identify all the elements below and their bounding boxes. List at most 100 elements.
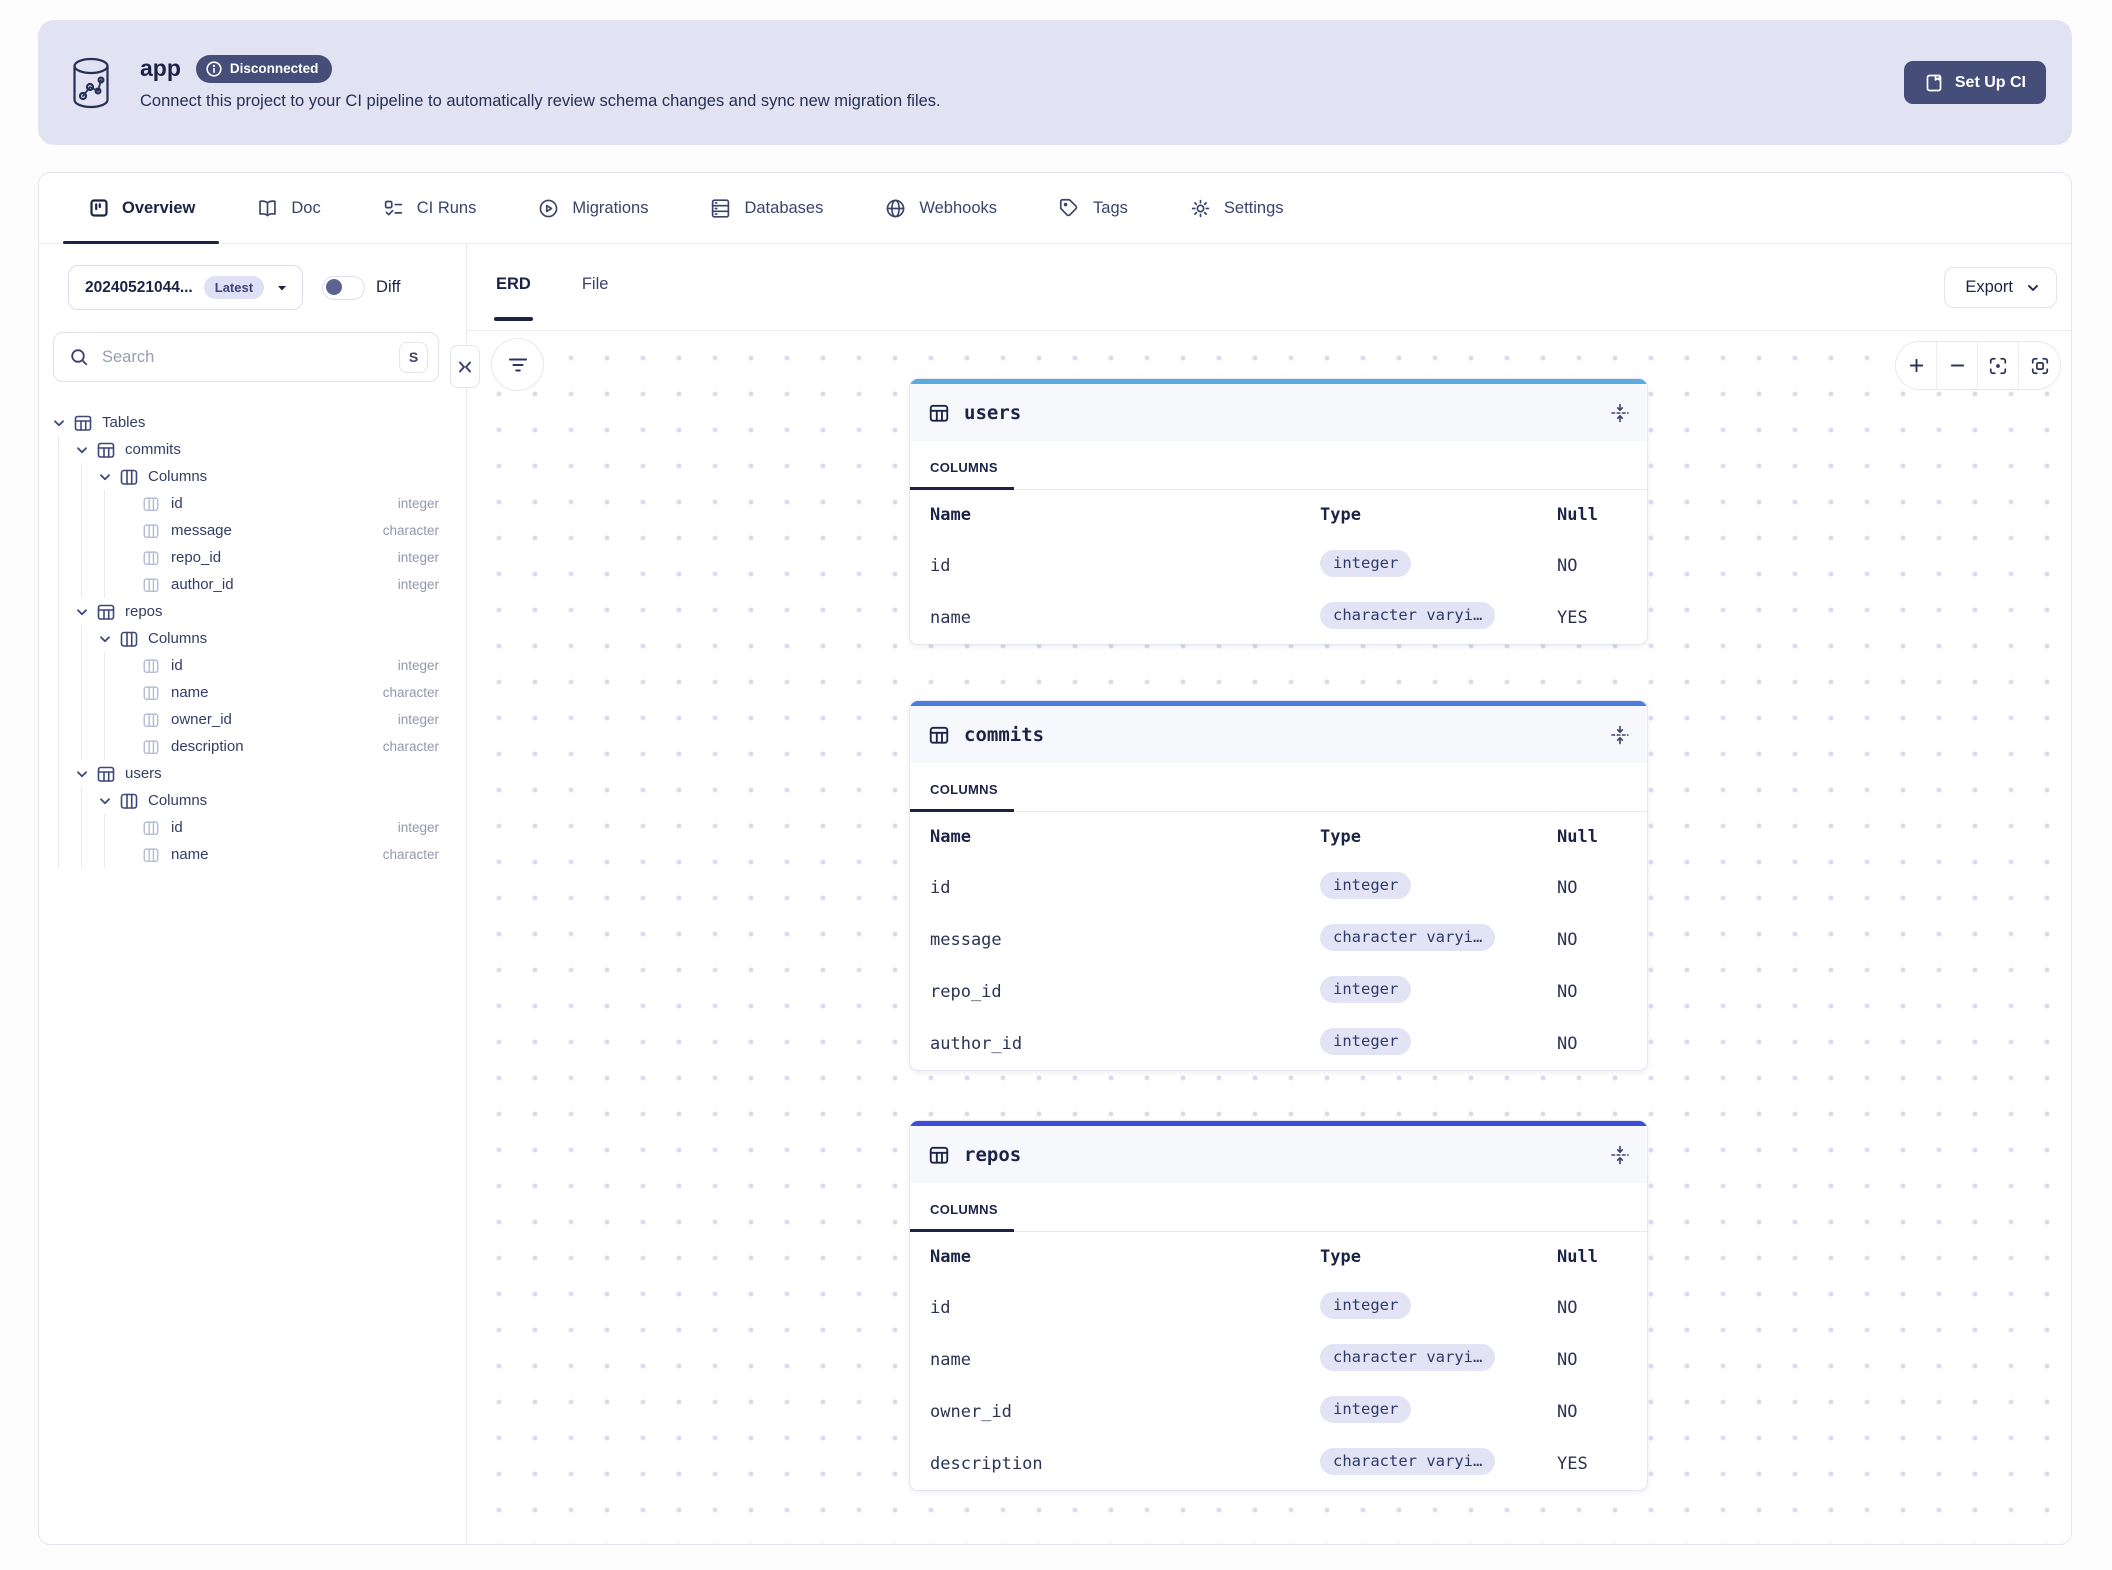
erd-card-header[interactable]: users — [910, 384, 1647, 441]
columns-table-header: Name Type Null — [910, 812, 1647, 862]
type-badge: integer — [1320, 1028, 1411, 1055]
column-row[interactable]: message character varyi… NO — [910, 914, 1647, 966]
column-type: character — [383, 523, 439, 538]
book-open-icon — [257, 198, 278, 219]
column-row[interactable]: owner_id integer NO — [910, 1386, 1647, 1438]
chevron-down-icon[interactable] — [97, 631, 113, 647]
tree-column-row[interactable]: message character — [120, 517, 466, 544]
tree-column-row[interactable]: id integer — [120, 652, 466, 679]
chevron-down-icon[interactable] — [51, 415, 67, 431]
erd-card-repos[interactable]: repos COLUMNS Name Type Null — [910, 1121, 1647, 1490]
erd-card-commits[interactable]: commits COLUMNS Name Type Null — [910, 701, 1647, 1070]
banner-description: Connect this project to your CI pipeline… — [140, 92, 1904, 111]
tab-ci-runs[interactable]: CI Runs — [383, 173, 477, 243]
tree-label: commits — [125, 441, 181, 458]
info-icon — [205, 60, 223, 78]
column-row[interactable]: id integer NO — [910, 1282, 1647, 1334]
search-row: S — [53, 332, 466, 382]
column-row[interactable]: id integer NO — [910, 540, 1647, 592]
panel-icon — [89, 198, 109, 218]
column-type: integer — [398, 496, 439, 511]
tree-node-tables[interactable]: Tables — [51, 409, 466, 436]
tab-overview[interactable]: Overview — [89, 173, 195, 243]
tree-node-commits[interactable]: commits — [74, 436, 466, 463]
fold-table-icon[interactable] — [1609, 724, 1631, 746]
tab-label: Settings — [1224, 199, 1284, 218]
tab-erd[interactable]: ERD — [494, 244, 533, 330]
fold-table-icon[interactable] — [1609, 1144, 1631, 1166]
column-icon — [142, 657, 162, 675]
tree-column-row[interactable]: owner_id integer — [120, 706, 466, 733]
tab-columns[interactable]: COLUMNS — [910, 441, 1014, 490]
zoom-in-button[interactable] — [1896, 342, 1937, 389]
tab-tags[interactable]: Tags — [1059, 173, 1128, 243]
diff-toggle[interactable] — [322, 276, 365, 300]
column-row[interactable]: id integer NO — [910, 862, 1647, 914]
version-select[interactable]: 20240521044... Latest — [68, 265, 303, 310]
tree-node-columns-group[interactable]: Columns — [97, 787, 466, 814]
search-shortcut-key: S — [399, 342, 428, 373]
type-badge: character varyi… — [1320, 602, 1495, 629]
tree-node-columns-group[interactable]: Columns — [97, 463, 466, 490]
tab-columns[interactable]: COLUMNS — [910, 1183, 1014, 1232]
chevron-down-icon[interactable] — [97, 793, 113, 809]
tab-columns[interactable]: COLUMNS — [910, 763, 1014, 812]
search-icon — [69, 347, 89, 367]
tree-node-users[interactable]: users — [74, 760, 466, 787]
tab-databases[interactable]: Databases — [710, 173, 823, 243]
tree-node-repos[interactable]: repos — [74, 598, 466, 625]
chevron-down-icon[interactable] — [74, 442, 90, 458]
search-box[interactable]: S — [53, 332, 439, 382]
tab-webhooks[interactable]: Webhooks — [885, 173, 997, 243]
tree-label: Columns — [148, 630, 207, 647]
tree-column-row[interactable]: name character — [120, 679, 466, 706]
schema-sidebar: 20240521044... Latest Diff S — [39, 244, 467, 1544]
tree-column-row[interactable]: id integer — [120, 490, 466, 517]
sidebar-collapse-button[interactable] — [450, 345, 480, 388]
erd-card-users[interactable]: users COLUMNS Name Type Null — [910, 379, 1647, 644]
chevron-down-icon[interactable] — [97, 469, 113, 485]
tree-label: Columns — [148, 792, 207, 809]
chevron-down-icon[interactable] — [74, 766, 90, 782]
filter-button[interactable] — [491, 338, 544, 391]
chevron-down-icon[interactable] — [74, 604, 90, 620]
fit-view-button[interactable] — [2019, 342, 2060, 389]
tree-node-columns-group[interactable]: Columns — [97, 625, 466, 652]
tree-column-row[interactable]: name character — [120, 841, 466, 868]
column-row[interactable]: author_id integer NO — [910, 1018, 1647, 1070]
erd-canvas[interactable]: users COLUMNS Name Type Null — [467, 331, 2071, 1544]
tree-label: Tables — [102, 414, 145, 431]
column-row[interactable]: name character varyi… NO — [910, 1334, 1647, 1386]
tab-file[interactable]: File — [580, 244, 611, 330]
tab-settings[interactable]: Settings — [1190, 173, 1284, 243]
toggle-knob — [326, 279, 342, 295]
set-up-ci-button[interactable]: Set Up CI — [1904, 61, 2046, 104]
tables-tree: Tables commits — [39, 409, 466, 868]
fold-table-icon[interactable] — [1609, 402, 1631, 424]
column-row[interactable]: repo_id integer NO — [910, 966, 1647, 1018]
tab-migrations[interactable]: Migrations — [538, 173, 648, 243]
table-icon — [928, 724, 950, 746]
zoom-to-selection-button[interactable] — [1978, 342, 2019, 389]
column-row[interactable]: description character varyi… YES — [910, 1438, 1647, 1490]
column-row[interactable]: name character varyi… YES — [910, 592, 1647, 644]
erd-table-name: users — [964, 402, 1021, 424]
column-icon — [142, 495, 162, 513]
column-name: owner_id — [171, 711, 232, 728]
tree-column-row[interactable]: description character — [120, 733, 466, 760]
tree-column-row[interactable]: id integer — [120, 814, 466, 841]
search-input[interactable] — [100, 347, 388, 368]
status-badge: Disconnected — [196, 55, 333, 83]
erd-card-header[interactable]: commits — [910, 706, 1647, 763]
tab-doc[interactable]: Doc — [257, 173, 320, 243]
export-button[interactable]: Export — [1944, 267, 2057, 308]
column-type: integer — [398, 550, 439, 565]
erd-card-header[interactable]: repos — [910, 1126, 1647, 1183]
column-icon — [142, 549, 162, 567]
erd-card-tabs: COLUMNS — [910, 441, 1647, 490]
banner-body: app Disconnected Connect this project to… — [140, 55, 1904, 111]
tab-label: Overview — [122, 199, 195, 218]
tree-column-row[interactable]: author_id integer — [120, 571, 466, 598]
tree-column-row[interactable]: repo_id integer — [120, 544, 466, 571]
zoom-out-button[interactable] — [1937, 342, 1978, 389]
